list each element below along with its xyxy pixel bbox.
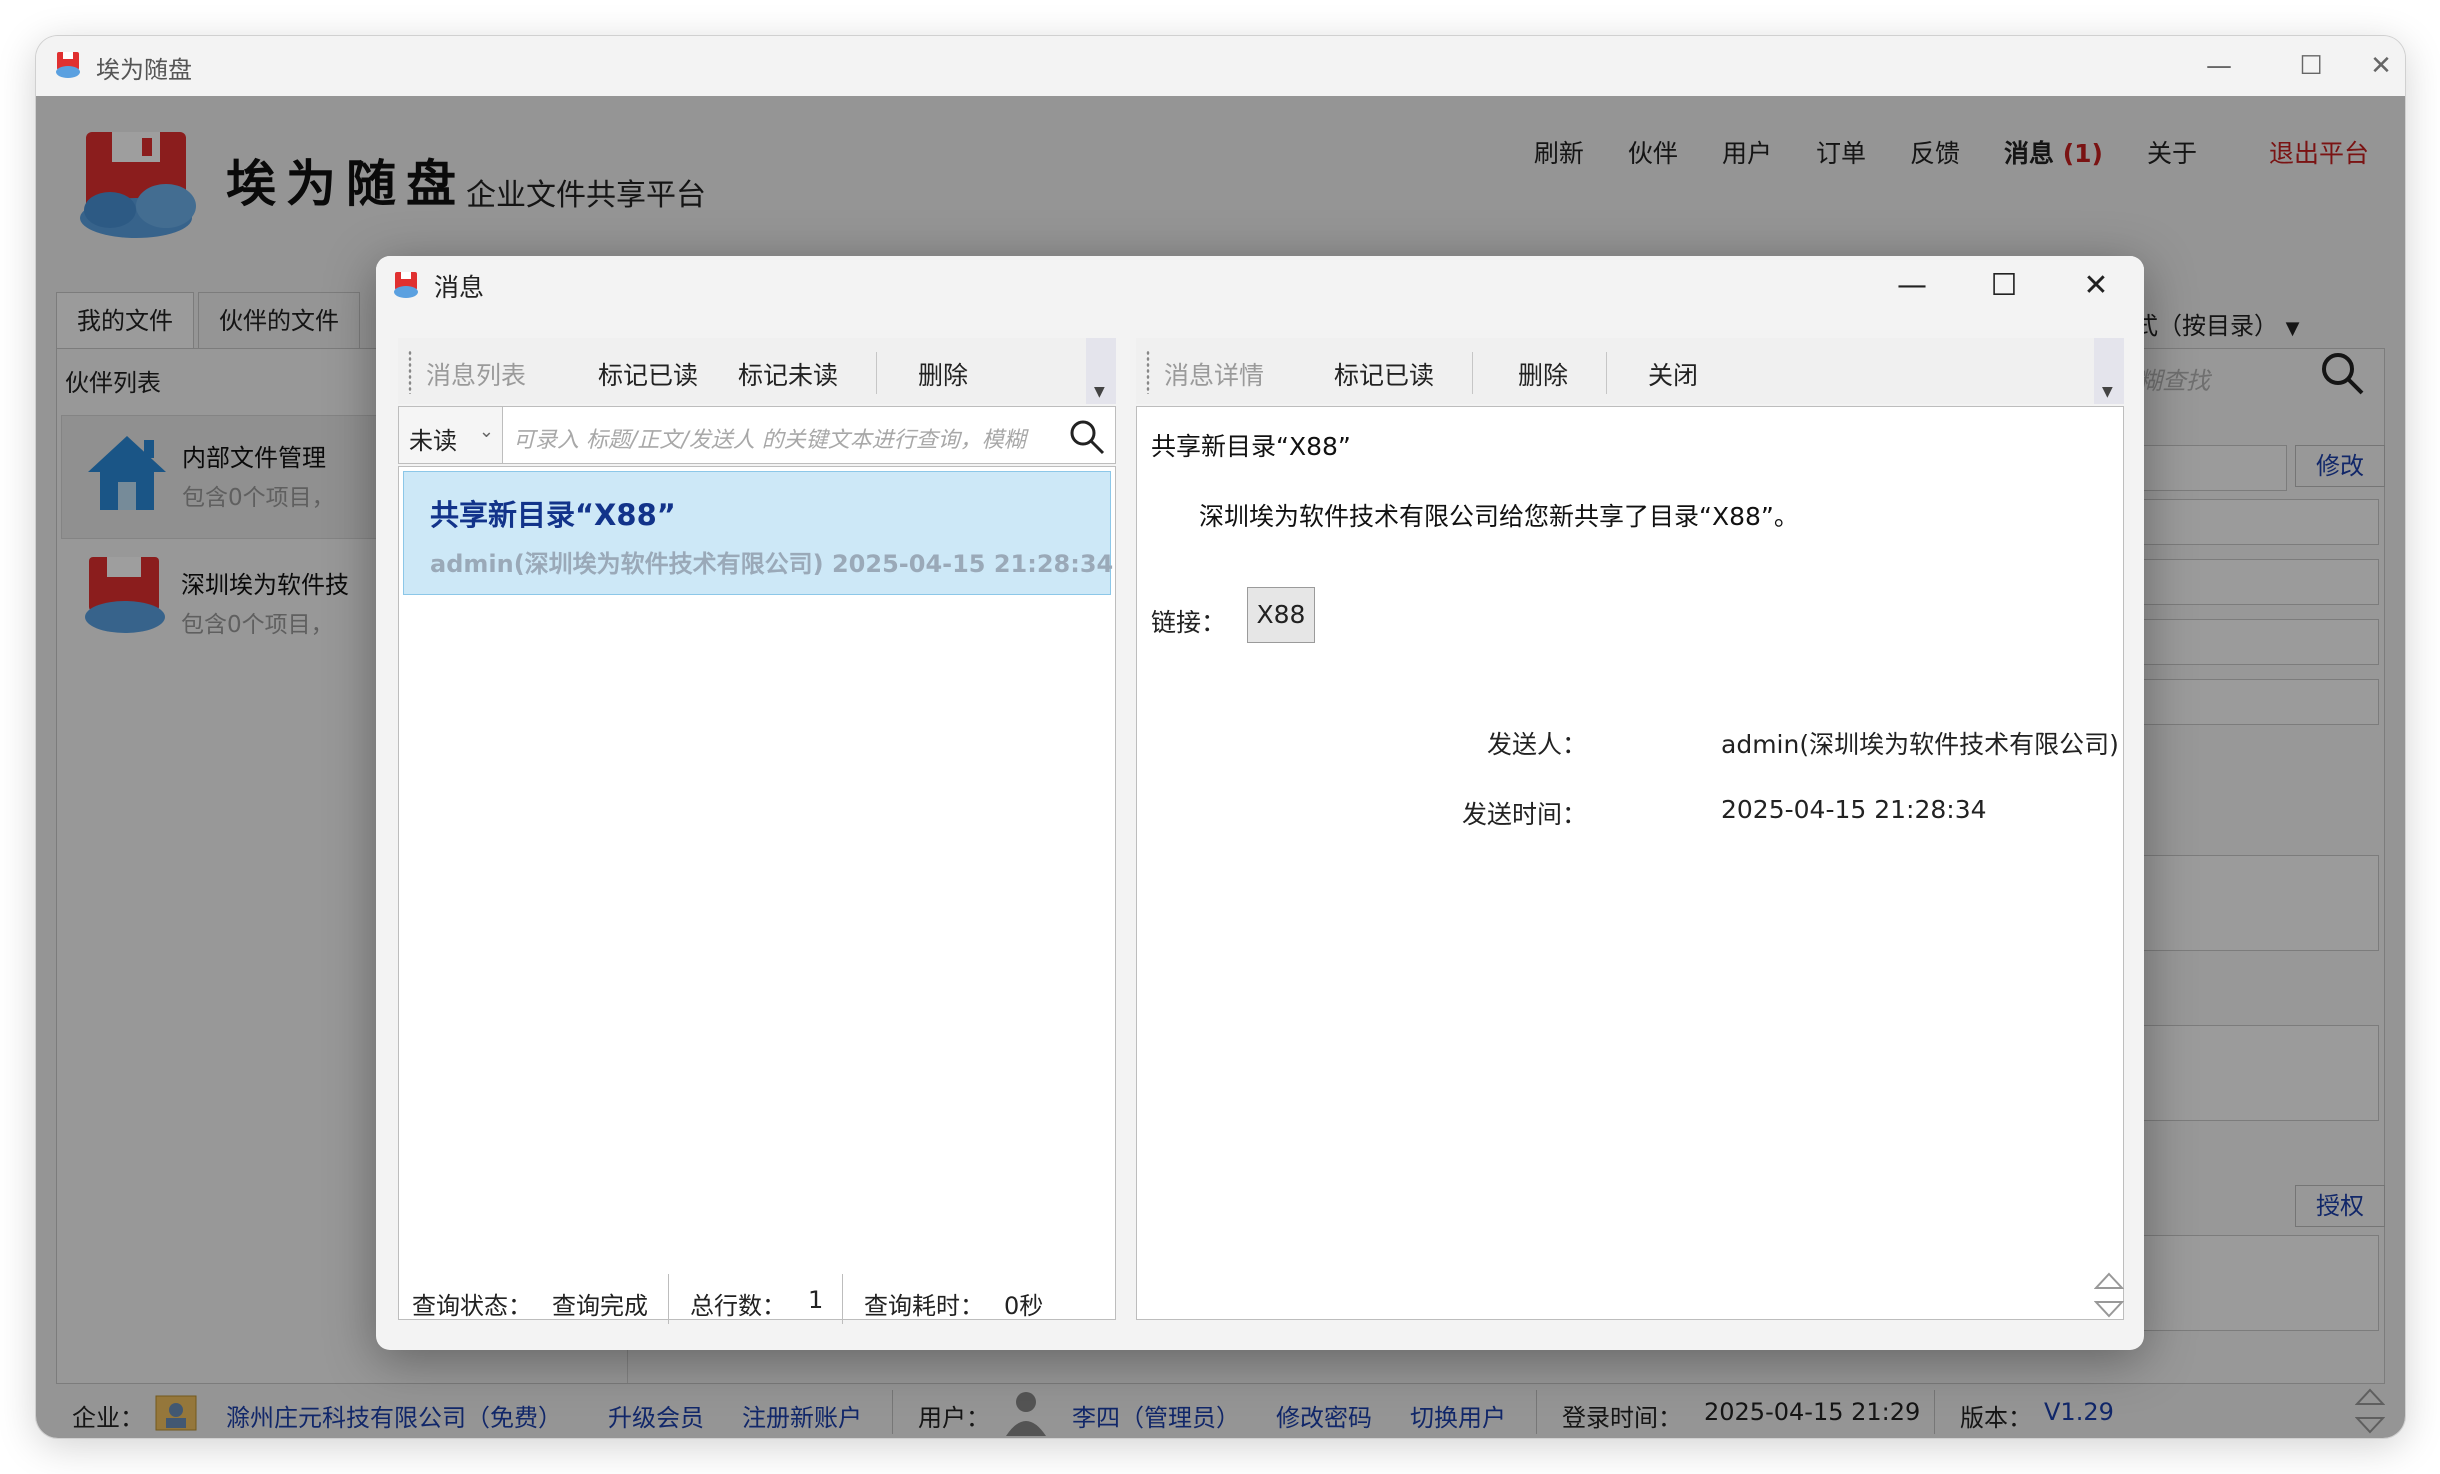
- detail-body: 深圳埃为软件技术有限公司给您新共享了目录“X88”。: [1199, 502, 1799, 531]
- resize-grip-icon[interactable]: [2094, 1272, 2124, 1318]
- dialog-title: 消息: [434, 273, 485, 302]
- send-time-label: 发送时间：: [1461, 800, 1587, 829]
- send-time-value: 2025-04-15 21:28:34: [1721, 795, 1987, 824]
- message-detail: 共享新目录“X88” 深圳埃为软件技术有限公司给您新共享了目录“X88”。 链接…: [1136, 406, 2124, 1320]
- sender-value: admin(深圳埃为软件技术有限公司): [1721, 730, 2119, 759]
- message-dialog: 消息 — ☐ ✕ 消息列表 标记已读 标记未读 删除 ▼ 消息详情 标记已读 删…: [376, 256, 2144, 1350]
- toolbar-overflow[interactable]: ▼: [1086, 338, 1116, 404]
- close-icon[interactable]: ✕: [2341, 48, 2405, 84]
- list-item[interactable]: 共享新目录“X88” admin(深圳埃为软件技术有限公司) 2025-04-1…: [403, 471, 1114, 595]
- maximize-icon[interactable]: ☐: [1982, 266, 2026, 306]
- chevron-down-icon: ▼: [2102, 384, 2113, 400]
- status-divider: [668, 1274, 669, 1324]
- window-title: 埃为随盘: [96, 56, 192, 84]
- total-rows-value: 1: [808, 1286, 824, 1314]
- read-status-value: 未读: [409, 427, 457, 455]
- detail-close-button[interactable]: 关闭: [1648, 356, 1698, 392]
- search-icon[interactable]: [1067, 417, 1107, 457]
- detail-delete-button[interactable]: 删除: [1518, 356, 1568, 392]
- detail-title: 共享新目录“X88”: [1151, 432, 1351, 461]
- mark-read-button[interactable]: 标记已读: [598, 356, 698, 392]
- message-search-input[interactable]: 可录入 标题/正文/发送人 的关键文本进行查询，模糊: [513, 422, 1073, 454]
- toolbar-overflow[interactable]: ▼: [2094, 338, 2124, 404]
- message-title: 共享新目录“X88”: [430, 498, 676, 532]
- chevron-down-icon: ▼: [1094, 384, 1105, 400]
- chevron-down-icon: ⌄: [478, 421, 494, 442]
- app-logo-icon: [56, 52, 80, 78]
- close-icon[interactable]: ✕: [2074, 266, 2118, 306]
- dialog-titlebar: 消息 — ☐ ✕: [376, 256, 2144, 316]
- detail-link-label: 链接：: [1151, 608, 1227, 637]
- message-list-toolbar: 消息列表 标记已读 标记未读 删除 ▼: [398, 338, 1116, 404]
- shared-directory-link-button[interactable]: X88: [1247, 587, 1315, 643]
- read-status-select[interactable]: 未读 ⌄: [399, 407, 503, 463]
- message-meta: admin(深圳埃为软件技术有限公司) 2025-04-15 21:28:34: [430, 550, 1114, 578]
- maximize-icon[interactable]: ☐: [2291, 48, 2331, 84]
- message-detail-toolbar: 消息详情 标记已读 删除 关闭 ▼: [1136, 338, 2124, 404]
- minimize-icon[interactable]: —: [2199, 48, 2239, 84]
- detail-mark-read-button[interactable]: 标记已读: [1334, 356, 1434, 392]
- sender-label: 发送人：: [1486, 730, 1587, 759]
- toolbar-divider: [876, 352, 877, 394]
- message-list-section-label: 消息列表: [426, 361, 527, 390]
- status-divider: [842, 1274, 843, 1324]
- toolbar-grip[interactable]: [1146, 350, 1150, 394]
- total-rows-label: 总行数：: [690, 1292, 786, 1320]
- main-window: 埃为随盘 — ☐ ✕ 埃为随盘 企业文件共享平台 刷新 伙伴 用户 订单 反馈 …: [36, 36, 2405, 1438]
- query-elapsed-label: 查询耗时：: [864, 1292, 984, 1320]
- toolbar-divider: [1472, 352, 1473, 394]
- message-filter: 未读 ⌄ 可录入 标题/正文/发送人 的关键文本进行查询，模糊: [398, 406, 1116, 464]
- mark-unread-button[interactable]: 标记未读: [738, 356, 838, 392]
- toolbar-divider: [1606, 352, 1607, 394]
- query-state-label: 查询状态：: [412, 1292, 532, 1320]
- query-elapsed-value: 0秒: [1004, 1292, 1044, 1320]
- app-logo-icon: [394, 272, 418, 298]
- dialog-statusbar: 查询状态： 查询完成 总行数： 1 查询耗时： 0秒: [376, 1272, 2144, 1324]
- window-titlebar: 埃为随盘 — ☐ ✕: [36, 36, 2405, 96]
- query-state-value: 查询完成: [552, 1292, 648, 1320]
- message-list: 共享新目录“X88” admin(深圳埃为软件技术有限公司) 2025-04-1…: [398, 466, 1116, 1320]
- message-detail-section-label: 消息详情: [1164, 361, 1265, 390]
- minimize-icon[interactable]: —: [1890, 266, 1934, 306]
- delete-message-button[interactable]: 删除: [918, 356, 968, 392]
- toolbar-grip[interactable]: [408, 350, 412, 394]
